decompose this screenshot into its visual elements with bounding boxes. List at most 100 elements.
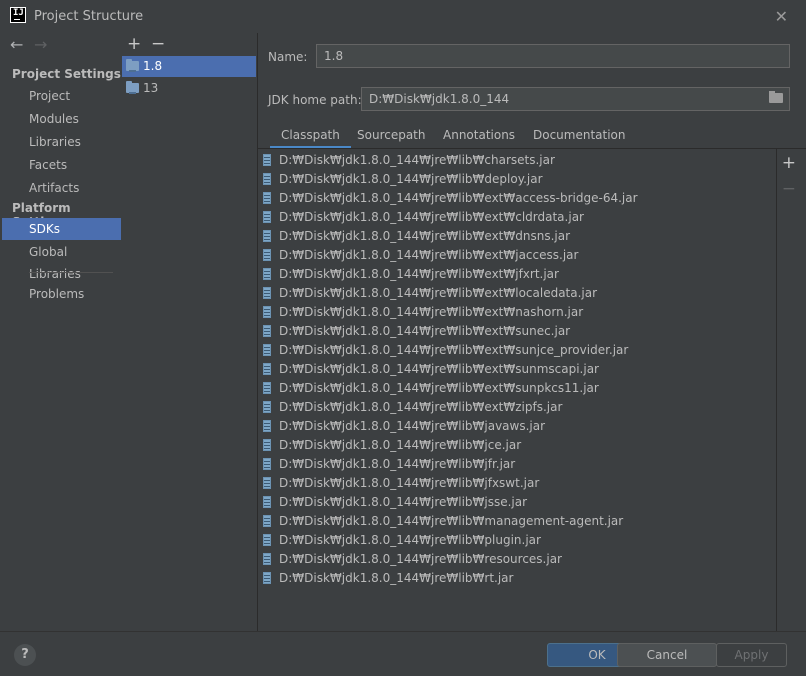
list-item[interactable]: D:₩Disk₩jdk1.8.0_144₩jre₩lib₩ext₩sunec.j… bbox=[258, 322, 776, 341]
jdk-home-field[interactable]: D:₩Disk₩jdk1.8.0_144 bbox=[361, 87, 790, 111]
list-item[interactable]: D:₩Disk₩jdk1.8.0_144₩jre₩lib₩ext₩sunjce_… bbox=[258, 341, 776, 360]
jar-icon bbox=[263, 211, 271, 223]
list-item[interactable]: D:₩Disk₩jdk1.8.0_144₩jre₩lib₩ext₩cldrdat… bbox=[258, 208, 776, 227]
jar-icon bbox=[263, 268, 271, 280]
add-path-icon[interactable]: + bbox=[782, 153, 796, 173]
list-item[interactable]: D:₩Disk₩jdk1.8.0_144₩jre₩lib₩ext₩access-… bbox=[258, 189, 776, 208]
list-item[interactable]: D:₩Disk₩jdk1.8.0_144₩jre₩lib₩rt.jar bbox=[258, 569, 776, 588]
classpath-entry: D:₩Disk₩jdk1.8.0_144₩jre₩lib₩deploy.jar bbox=[279, 172, 543, 186]
jar-icon bbox=[263, 325, 271, 337]
sidebar-item-libraries[interactable]: Libraries bbox=[2, 131, 121, 153]
tab-sourcepath[interactable]: Sourcepath bbox=[357, 124, 426, 148]
sidebar-divider bbox=[29, 272, 113, 273]
forward-arrow-icon[interactable]: → bbox=[34, 35, 58, 54]
tab-documentation-paths[interactable]: Documentation Paths bbox=[533, 124, 626, 164]
classpath-entry: D:₩Disk₩jdk1.8.0_144₩jre₩lib₩plugin.jar bbox=[279, 533, 541, 547]
sdk-detail-panel: Name: 1.8 JDK home path: D:₩Disk₩jdk1.8.… bbox=[258, 33, 806, 631]
back-arrow-icon[interactable]: ← bbox=[10, 35, 34, 54]
classpath-entry: D:₩Disk₩jdk1.8.0_144₩jre₩lib₩rt.jar bbox=[279, 571, 514, 585]
window-title: Project Structure bbox=[34, 9, 144, 24]
classpath-entry: D:₩Disk₩jdk1.8.0_144₩jre₩lib₩javaws.jar bbox=[279, 419, 546, 433]
classpath-list[interactable]: D:₩Disk₩jdk1.8.0_144₩jre₩lib₩charsets.ja… bbox=[258, 149, 777, 631]
list-item[interactable]: D:₩Disk₩jdk1.8.0_144₩jre₩lib₩jce.jar bbox=[258, 436, 776, 455]
classpath-entry: D:₩Disk₩jdk1.8.0_144₩jre₩lib₩jfxswt.jar bbox=[279, 476, 540, 490]
classpath-entry: D:₩Disk₩jdk1.8.0_144₩jre₩lib₩ext₩sunmsca… bbox=[279, 362, 599, 376]
classpath-entry: D:₩Disk₩jdk1.8.0_144₩jre₩lib₩ext₩jaccess… bbox=[279, 248, 579, 262]
jar-icon bbox=[263, 173, 271, 185]
sdk-item-label: 1.8 bbox=[143, 59, 163, 73]
jar-icon bbox=[263, 306, 271, 318]
classpath-entry: D:₩Disk₩jdk1.8.0_144₩jre₩lib₩charsets.ja… bbox=[279, 153, 555, 167]
remove-path-icon[interactable]: − bbox=[782, 179, 796, 199]
tab-classpath[interactable]: Classpath bbox=[270, 124, 351, 149]
sdk-folder-icon bbox=[126, 59, 139, 72]
classpath-entry: D:₩Disk₩jdk1.8.0_144₩jre₩lib₩jsse.jar bbox=[279, 495, 528, 509]
classpath-entry: D:₩Disk₩jdk1.8.0_144₩jre₩lib₩jce.jar bbox=[279, 438, 522, 452]
list-item[interactable]: D:₩Disk₩jdk1.8.0_144₩jre₩lib₩plugin.jar bbox=[258, 531, 776, 550]
tab-annotations[interactable]: Annotations bbox=[443, 124, 515, 148]
jar-icon bbox=[263, 382, 271, 394]
title-bar: IJ Project Structure ✕ bbox=[0, 0, 806, 33]
classpath-entry: D:₩Disk₩jdk1.8.0_144₩jre₩lib₩ext₩zipfs.j… bbox=[279, 400, 563, 414]
jar-icon bbox=[263, 363, 271, 375]
list-item[interactable]: D:₩Disk₩jdk1.8.0_144₩jre₩lib₩javaws.jar bbox=[258, 417, 776, 436]
dialog-footer: ? OK Cancel Apply bbox=[0, 631, 806, 676]
classpath-entry: D:₩Disk₩jdk1.8.0_144₩jre₩lib₩ext₩access-… bbox=[279, 191, 638, 205]
classpath-entry: D:₩Disk₩jdk1.8.0_144₩jre₩lib₩ext₩localed… bbox=[279, 286, 598, 300]
list-item[interactable]: D:₩Disk₩jdk1.8.0_144₩jre₩lib₩ext₩dnsns.j… bbox=[258, 227, 776, 246]
sidebar-item-modules[interactable]: Modules bbox=[2, 108, 121, 130]
sidebar-item-artifacts[interactable]: Artifacts bbox=[2, 177, 121, 199]
project-settings-heading: Project Settings bbox=[12, 67, 121, 81]
sidebar-item-sdks[interactable]: SDKs bbox=[2, 218, 121, 240]
list-item[interactable]: D:₩Disk₩jdk1.8.0_144₩jre₩lib₩ext₩nashorn… bbox=[258, 303, 776, 322]
list-item[interactable]: D:₩Disk₩jdk1.8.0_144₩jre₩lib₩deploy.jar bbox=[258, 170, 776, 189]
jar-icon bbox=[263, 439, 271, 451]
jar-icon bbox=[263, 154, 271, 166]
list-item[interactable]: D:₩Disk₩jdk1.8.0_144₩jre₩lib₩jfr.jar bbox=[258, 455, 776, 474]
jar-icon bbox=[263, 458, 271, 470]
list-item[interactable]: D:₩Disk₩jdk1.8.0_144₩jre₩lib₩jsse.jar bbox=[258, 493, 776, 512]
intellij-app-icon: IJ bbox=[10, 7, 26, 23]
classpath-entry: D:₩Disk₩jdk1.8.0_144₩jre₩lib₩management-… bbox=[279, 514, 624, 528]
list-item[interactable]: D:₩Disk₩jdk1.8.0_144₩jre₩lib₩resources.j… bbox=[258, 550, 776, 569]
classpath-entry: D:₩Disk₩jdk1.8.0_144₩jre₩lib₩ext₩dnsns.j… bbox=[279, 229, 571, 243]
sdk-item-1-8[interactable]: 1.8 bbox=[122, 56, 256, 77]
classpath-entry: D:₩Disk₩jdk1.8.0_144₩jre₩lib₩jfr.jar bbox=[279, 457, 516, 471]
sidebar-item-facets[interactable]: Facets bbox=[2, 154, 121, 176]
list-item[interactable]: D:₩Disk₩jdk1.8.0_144₩jre₩lib₩jfxswt.jar bbox=[258, 474, 776, 493]
jar-icon bbox=[263, 287, 271, 299]
list-item[interactable]: D:₩Disk₩jdk1.8.0_144₩jre₩lib₩ext₩localed… bbox=[258, 284, 776, 303]
list-item[interactable]: D:₩Disk₩jdk1.8.0_144₩jre₩lib₩management-… bbox=[258, 512, 776, 531]
browse-folder-icon[interactable] bbox=[769, 91, 783, 103]
sdk-item-label: 13 bbox=[143, 81, 159, 95]
add-sdk-icon[interactable]: + bbox=[127, 34, 151, 54]
name-label: Name: bbox=[268, 50, 308, 64]
jar-icon bbox=[263, 553, 271, 565]
name-field[interactable]: 1.8 bbox=[316, 44, 790, 68]
list-item[interactable]: D:₩Disk₩jdk1.8.0_144₩jre₩lib₩ext₩jaccess… bbox=[258, 246, 776, 265]
sdk-item-13[interactable]: 13 bbox=[122, 78, 256, 99]
jar-icon bbox=[263, 515, 271, 527]
classpath-entry: D:₩Disk₩jdk1.8.0_144₩jre₩lib₩ext₩cldrdat… bbox=[279, 210, 584, 224]
list-item[interactable]: D:₩Disk₩jdk1.8.0_144₩jre₩lib₩charsets.ja… bbox=[258, 151, 776, 170]
remove-sdk-icon[interactable]: − bbox=[151, 34, 175, 54]
sidebar-item-global-libraries[interactable]: Global Libraries bbox=[2, 241, 121, 281]
close-icon[interactable]: ✕ bbox=[775, 7, 788, 26]
sidebar-item-problems[interactable]: Problems bbox=[2, 283, 121, 305]
list-item[interactable]: D:₩Disk₩jdk1.8.0_144₩jre₩lib₩ext₩sunmsca… bbox=[258, 360, 776, 379]
jar-icon bbox=[263, 572, 271, 584]
help-button[interactable]: ? bbox=[14, 644, 36, 666]
list-item[interactable]: D:₩Disk₩jdk1.8.0_144₩jre₩lib₩ext₩zipfs.j… bbox=[258, 398, 776, 417]
classpath-entry: D:₩Disk₩jdk1.8.0_144₩jre₩lib₩ext₩sunec.j… bbox=[279, 324, 571, 338]
settings-sidebar: ← → Project Settings Project Modules Libr… bbox=[2, 33, 122, 631]
apply-button[interactable]: Apply bbox=[716, 643, 787, 667]
jdk-home-value: D:₩Disk₩jdk1.8.0_144 bbox=[369, 92, 510, 106]
jar-icon bbox=[263, 534, 271, 546]
cancel-button[interactable]: Cancel bbox=[617, 643, 717, 667]
classpath-entry: D:₩Disk₩jdk1.8.0_144₩jre₩lib₩resources.j… bbox=[279, 552, 562, 566]
navigation-arrows: ← → bbox=[10, 35, 58, 54]
sdk-list-panel: + − 1.8 13 bbox=[121, 33, 258, 631]
list-item[interactable]: D:₩Disk₩jdk1.8.0_144₩jre₩lib₩ext₩jfxrt.j… bbox=[258, 265, 776, 284]
sidebar-item-project[interactable]: Project bbox=[2, 85, 121, 107]
list-item[interactable]: D:₩Disk₩jdk1.8.0_144₩jre₩lib₩ext₩sunpkcs… bbox=[258, 379, 776, 398]
